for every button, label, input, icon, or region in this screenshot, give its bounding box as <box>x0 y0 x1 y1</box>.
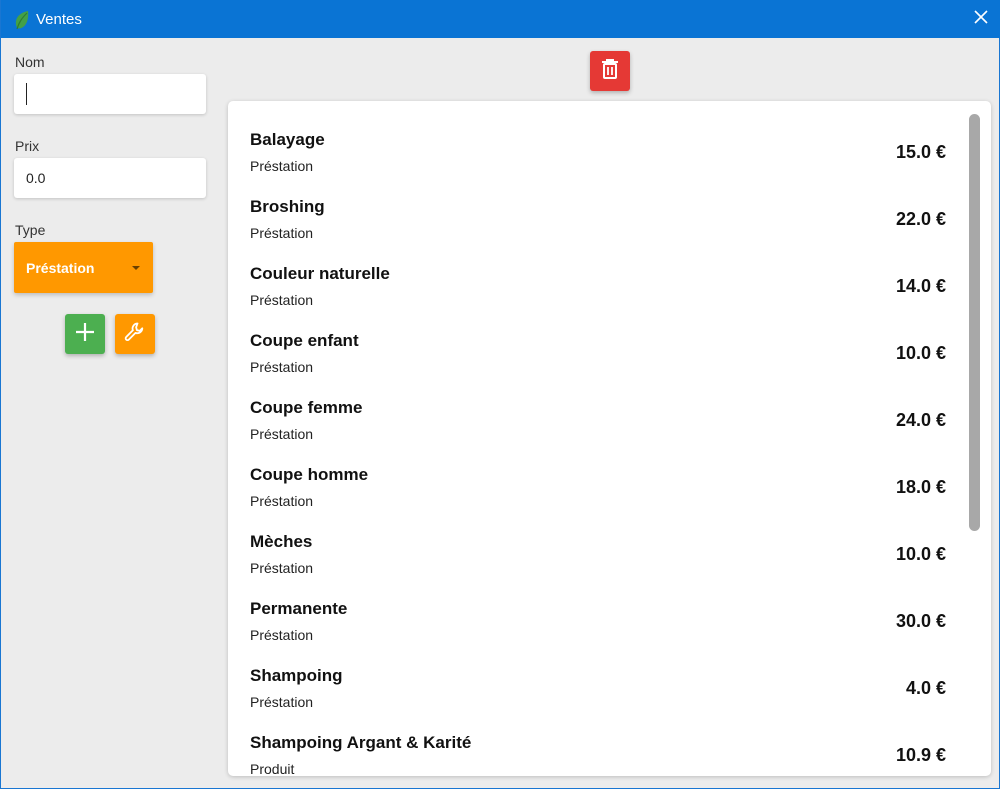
item-name: Permanente <box>250 599 348 618</box>
prix-input[interactable]: 0.0 <box>14 158 206 198</box>
item-price: 22.0 € <box>895 209 946 229</box>
close-button[interactable] <box>961 0 1000 38</box>
ventes-window: Ventes Nom Prix 0.0 Type Préstation Bala… <box>0 0 1000 789</box>
wrench-icon <box>123 320 147 349</box>
list-item[interactable]: Shampoing Préstation 4.0 € <box>228 648 968 715</box>
items-list[interactable]: Balayage Préstation 15.0 € Broshing Préstati… <box>228 101 991 776</box>
list-item[interactable]: Permanente Préstation 30.0 € <box>228 581 968 648</box>
item-name: Mèches <box>250 532 313 551</box>
item-price: 24.0 € <box>895 410 946 430</box>
item-type: Préstation <box>250 225 314 241</box>
type-label: Type <box>15 222 46 238</box>
prix-label: Prix <box>15 138 40 154</box>
dropdown-arrow-icon <box>132 266 140 270</box>
item-price: 14.0 € <box>895 276 946 296</box>
list-item[interactable]: Mèches Préstation 10.0 € <box>228 514 968 581</box>
edit-button[interactable] <box>115 314 155 354</box>
window-title: Ventes <box>36 11 82 28</box>
item-price: 10.0 € <box>895 544 946 564</box>
item-type: Préstation <box>250 560 314 576</box>
delete-button[interactable] <box>590 51 630 91</box>
item-type: Produit <box>250 761 295 776</box>
item-price: 4.0 € <box>905 678 946 698</box>
item-price: 15.0 € <box>895 142 946 162</box>
trash-icon <box>600 58 620 85</box>
item-type: Préstation <box>250 694 314 710</box>
item-type: Préstation <box>250 493 314 509</box>
item-name: Shampoing Argant & Karité <box>250 733 472 752</box>
list-item[interactable]: Broshing Préstation 22.0 € <box>228 179 968 246</box>
item-name: Couleur naturelle <box>250 264 390 283</box>
item-name: Broshing <box>250 197 325 216</box>
item-price: 30.0 € <box>895 611 946 631</box>
list-item[interactable]: Shampoing Argant & Karité Produit 10.9 € <box>228 715 968 776</box>
nom-label: Nom <box>15 54 45 70</box>
prix-input-value: 0.0 <box>26 170 46 186</box>
plus-icon <box>74 321 96 348</box>
list-item[interactable]: Coupe enfant Préstation 10.0 € <box>228 313 968 380</box>
item-name: Balayage <box>250 130 325 149</box>
list-item[interactable]: Couleur naturelle Préstation 14.0 € <box>228 246 968 313</box>
nom-input[interactable] <box>14 74 206 114</box>
leaf-icon <box>13 10 31 30</box>
item-name: Shampoing <box>250 666 343 685</box>
item-type: Préstation <box>250 158 314 174</box>
list-item[interactable]: Coupe homme Préstation 18.0 € <box>228 447 968 514</box>
item-type: Préstation <box>250 426 314 442</box>
item-type: Préstation <box>250 292 314 308</box>
scrollbar[interactable] <box>968 111 980 766</box>
item-price: 10.0 € <box>895 343 946 363</box>
type-select[interactable]: Préstation <box>14 242 153 293</box>
add-button[interactable] <box>65 314 105 354</box>
type-select-value: Préstation <box>26 259 95 276</box>
item-type: Préstation <box>250 359 314 375</box>
item-name: Coupe homme <box>250 465 369 484</box>
close-icon <box>974 9 988 29</box>
list-item[interactable]: Coupe femme Préstation 24.0 € <box>228 380 968 447</box>
item-name: Coupe enfant <box>250 331 359 350</box>
text-caret <box>26 83 27 105</box>
item-name: Coupe femme <box>250 398 363 417</box>
item-price: 10.9 € <box>895 745 946 765</box>
item-price: 18.0 € <box>895 477 946 497</box>
title-bar: Ventes <box>1 0 1000 38</box>
list-item[interactable]: Balayage Préstation 15.0 € <box>228 112 968 179</box>
item-type: Préstation <box>250 627 314 643</box>
scrollbar-thumb[interactable] <box>969 114 980 531</box>
